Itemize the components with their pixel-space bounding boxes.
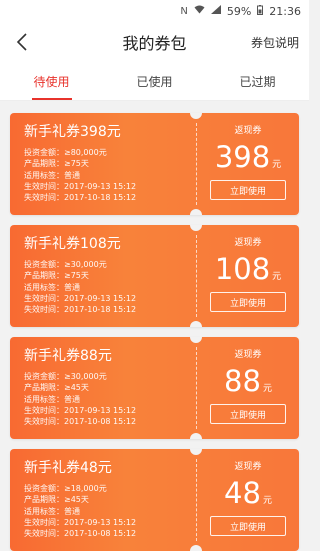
battery-icon bbox=[257, 4, 264, 18]
coupon-amount-req: 投资金额：≥30,000元 bbox=[24, 372, 107, 381]
signal-icon bbox=[210, 5, 221, 17]
coupon-details: 新手礼券88元 投资金额：≥30,000元 产品期限：≥45天 适用标签：普通 … bbox=[10, 337, 196, 439]
coupon-title: 新手礼券88元 bbox=[24, 348, 112, 364]
coupon-type: 返现券 bbox=[234, 126, 262, 136]
coupon-unit: 元 bbox=[262, 496, 272, 506]
coupon-amount-req: 投资金额：≥18,000元 bbox=[24, 484, 107, 493]
coupon-end: 失效时间：2017-10-18 15:12 bbox=[24, 193, 137, 203]
coupon-value: 返现券 48 元 立即使用 bbox=[197, 449, 299, 551]
tab-bar: 待使用 已使用 已过期 bbox=[0, 62, 309, 101]
coupon-help-link[interactable]: 券包说明 bbox=[251, 34, 299, 51]
coupon-start: 生效时间：2017-09-13 15:12 bbox=[24, 293, 137, 303]
coupon-details: 新手礼券108元 投资金额：≥30,000元 产品期限：≥75天 适用标签：普通… bbox=[10, 225, 196, 327]
tab-unused[interactable]: 待使用 bbox=[0, 62, 103, 100]
coupon-notch bbox=[190, 321, 202, 327]
coupon-tag: 适用标签：普通 bbox=[24, 170, 80, 180]
coupon-amount: 88 bbox=[224, 364, 261, 398]
coupon-amount-wrap: 398 元 bbox=[215, 140, 281, 174]
coupon-tag: 适用标签：普通 bbox=[24, 282, 80, 292]
wifi-icon bbox=[194, 5, 205, 17]
coupon-value: 返现券 88 元 立即使用 bbox=[197, 337, 299, 439]
coupon-notch bbox=[190, 433, 202, 439]
coupon-type: 返现券 bbox=[234, 350, 262, 360]
coupon-notch bbox=[190, 209, 202, 215]
coupon-title: 新手礼券398元 bbox=[24, 124, 121, 140]
tab-label: 已过期 bbox=[239, 74, 276, 89]
coupon-amount: 398 bbox=[214, 140, 271, 174]
coupon-value: 返现券 108 元 立即使用 bbox=[197, 225, 299, 327]
coupon-notch bbox=[190, 545, 202, 551]
coupon-start: 生效时间：2017-09-13 15:12 bbox=[24, 405, 137, 415]
coupon-card: 新手礼券398元 投资金额：≥80,000元 产品期限：≥75天 适用标签：普通… bbox=[10, 113, 299, 215]
coupon-type: 返现券 bbox=[234, 238, 262, 248]
coupon-tag: 适用标签：普通 bbox=[24, 394, 80, 404]
tab-used[interactable]: 已使用 bbox=[103, 62, 206, 100]
coupon-details: 新手礼券398元 投资金额：≥80,000元 产品期限：≥75天 适用标签：普通… bbox=[10, 113, 196, 215]
coupon-amount-wrap: 48 元 bbox=[224, 476, 272, 510]
coupon-unit: 元 bbox=[262, 384, 272, 394]
nfc-icon: N bbox=[180, 5, 188, 17]
status-bar: N 59% 21:36 bbox=[0, 0, 309, 22]
coupon-start: 生效时间：2017-09-13 15:12 bbox=[24, 181, 137, 191]
use-now-button[interactable]: 立即使用 bbox=[210, 292, 286, 312]
coupon-title: 新手礼券108元 bbox=[24, 236, 121, 252]
coupon-amount: 108 bbox=[214, 252, 271, 286]
use-now-button[interactable]: 立即使用 bbox=[210, 516, 286, 536]
coupon-amount-wrap: 88 元 bbox=[224, 364, 272, 398]
coupon-type: 返现券 bbox=[234, 462, 262, 472]
use-now-button[interactable]: 立即使用 bbox=[210, 180, 286, 200]
coupon-unit: 元 bbox=[272, 272, 282, 282]
coupon-amount-wrap: 108 元 bbox=[215, 252, 281, 286]
time-text: 21:36 bbox=[269, 4, 301, 18]
coupon-amount: 48 bbox=[224, 476, 261, 510]
use-now-button[interactable]: 立即使用 bbox=[210, 404, 286, 424]
coupon-amount-req: 投资金额：≥30,000元 bbox=[24, 260, 107, 269]
back-button[interactable] bbox=[10, 30, 34, 54]
tab-label: 已使用 bbox=[136, 74, 173, 89]
coupon-period: 产品期限：≥75天 bbox=[24, 271, 89, 281]
coupon-period: 产品期限：≥45天 bbox=[24, 383, 89, 393]
tab-expired[interactable]: 已过期 bbox=[206, 62, 309, 100]
battery-text: 59% bbox=[226, 4, 252, 18]
coupon-start: 生效时间：2017-09-13 15:12 bbox=[24, 517, 137, 527]
coupon-end: 失效时间：2017-10-18 15:12 bbox=[24, 305, 137, 315]
coupon-title: 新手礼券48元 bbox=[24, 460, 112, 476]
coupon-end: 失效时间：2017-10-08 15:12 bbox=[24, 529, 137, 539]
coupon-card: 新手礼券48元 投资金额：≥18,000元 产品期限：≥45天 适用标签：普通 … bbox=[10, 449, 299, 551]
coupon-tag: 适用标签：普通 bbox=[24, 506, 80, 516]
tab-indicator bbox=[31, 98, 72, 100]
coupon-unit: 元 bbox=[272, 160, 282, 170]
chevron-left-icon bbox=[16, 33, 27, 51]
tab-label: 待使用 bbox=[33, 74, 70, 89]
nav-bar: 我的券包 券包说明 bbox=[0, 22, 309, 62]
coupon-period: 产品期限：≥45天 bbox=[24, 495, 89, 505]
coupon-list: 新手礼券398元 投资金额：≥80,000元 产品期限：≥75天 适用标签：普通… bbox=[0, 101, 309, 551]
coupon-card: 新手礼券88元 投资金额：≥30,000元 产品期限：≥45天 适用标签：普通 … bbox=[10, 337, 299, 439]
coupon-value: 返现券 398 元 立即使用 bbox=[197, 113, 299, 215]
coupon-end: 失效时间：2017-10-08 15:12 bbox=[24, 417, 137, 427]
coupon-period: 产品期限：≥75天 bbox=[24, 159, 89, 169]
coupon-amount-req: 投资金额：≥80,000元 bbox=[24, 148, 107, 157]
coupon-card: 新手礼券108元 投资金额：≥30,000元 产品期限：≥75天 适用标签：普通… bbox=[10, 225, 299, 327]
coupon-details: 新手礼券48元 投资金额：≥18,000元 产品期限：≥45天 适用标签：普通 … bbox=[10, 449, 196, 551]
